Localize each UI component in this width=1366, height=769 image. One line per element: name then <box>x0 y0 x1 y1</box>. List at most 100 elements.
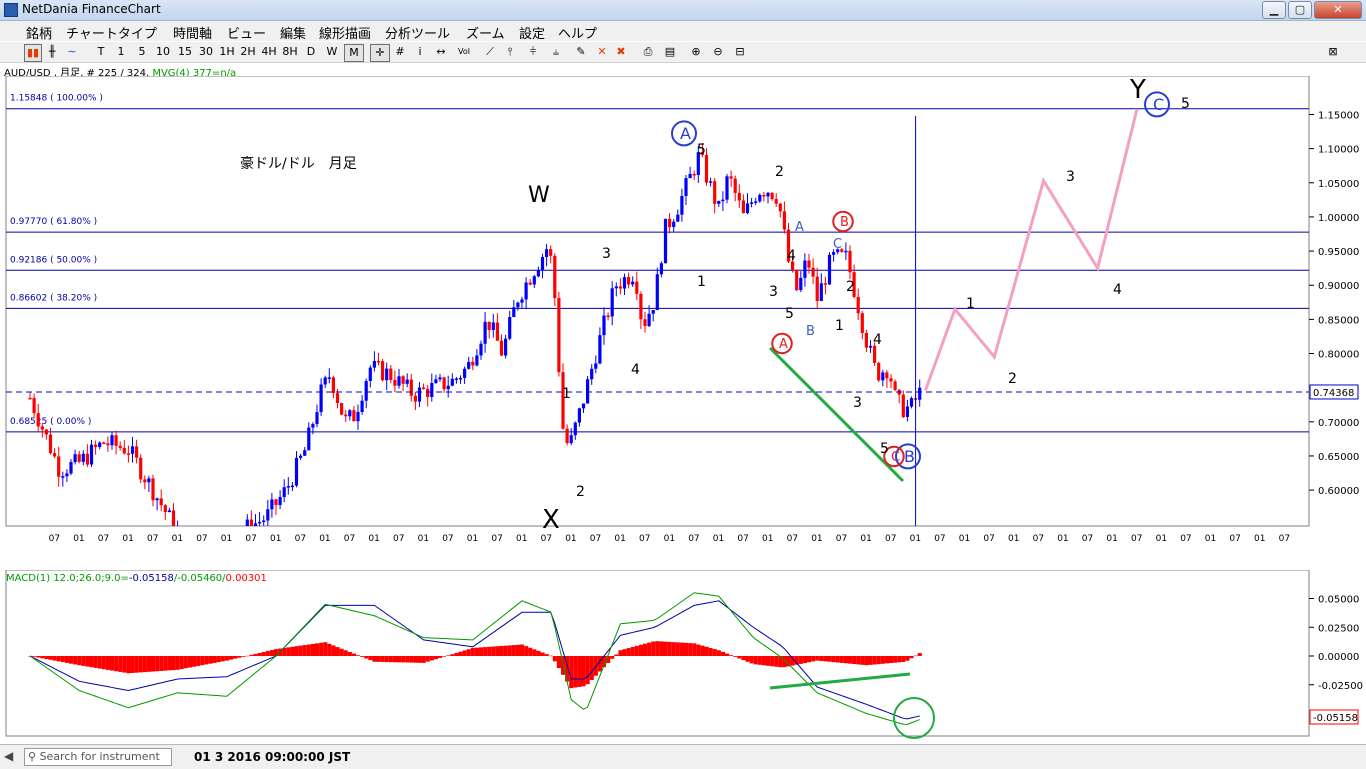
menu-zoom[interactable]: ズーム <box>466 23 505 42</box>
timeframe-30m[interactable]: 30 <box>197 44 215 60</box>
macd-histogram-bar <box>257 652 262 656</box>
menu-edit[interactable]: 編集 <box>280 23 306 42</box>
grid-icon[interactable]: # <box>392 44 408 60</box>
macd-histogram-bar <box>397 656 402 663</box>
candle-body <box>249 519 253 526</box>
macd-histogram-bar <box>872 656 877 665</box>
macd-histogram-bar <box>290 646 295 656</box>
candle-body <box>918 387 922 400</box>
close-button[interactable]: ✕ <box>1314 1 1362 19</box>
x-month-label: 07 <box>393 534 404 544</box>
candle-body <box>647 313 651 327</box>
macd-histogram-bar <box>905 656 910 661</box>
timeframe-4h[interactable]: 4H <box>260 44 278 60</box>
macd-histogram-bar <box>155 656 160 672</box>
candle-body <box>397 376 401 386</box>
collapse-icon[interactable]: ◀ <box>4 749 13 763</box>
timeframe-daily[interactable]: D <box>304 44 318 60</box>
save-icon[interactable]: ▤ <box>662 44 678 60</box>
macd-histogram-bar <box>577 656 582 687</box>
macd-histogram-bar <box>105 656 110 670</box>
timeframe-5m[interactable]: 5 <box>135 44 149 60</box>
menu-timeframe[interactable]: 時間軸 <box>173 23 212 42</box>
candle-body <box>811 267 815 277</box>
candle-body <box>598 335 602 364</box>
candle-body <box>69 462 73 474</box>
timeframe-tick[interactable]: T <box>94 44 108 60</box>
price-chart[interactable]: 1.15848 ( 100.00% ) 0.97770 ( 61.80% ) 0.9… <box>0 76 1366 546</box>
candle-body <box>754 201 758 203</box>
candle-body <box>81 453 85 462</box>
candle-body <box>315 412 319 425</box>
timeframe-weekly[interactable]: W <box>324 44 340 60</box>
candle-body <box>832 252 836 255</box>
timeframe-monthly[interactable]: M <box>344 44 364 62</box>
crosshair-icon[interactable]: ✛ <box>370 44 390 62</box>
candle-body <box>803 260 807 278</box>
fibonacci-icon[interactable]: ⫯ <box>502 44 518 60</box>
timeframe-10m[interactable]: 10 <box>154 44 172 60</box>
zoom-out-icon[interactable]: ⊖ <box>710 44 726 60</box>
macd-histogram-bar <box>122 656 127 673</box>
timeframe-15m[interactable]: 15 <box>176 44 194 60</box>
minimize-button[interactable]: ▁ <box>1262 1 1286 19</box>
macd-histogram-bar <box>331 645 336 656</box>
wave-label: 5 <box>1181 96 1190 112</box>
candle-body <box>77 454 81 462</box>
delete-all-icon[interactable]: ✖ <box>613 44 629 60</box>
macd-histogram-bar <box>843 656 848 664</box>
macd-histogram-bar <box>429 656 434 661</box>
x-month-label: 01 <box>1156 534 1167 544</box>
x-month-label: 07 <box>245 534 256 544</box>
fib-level-label: 0.97770 ( 61.80% ) <box>10 217 97 227</box>
macd-histogram-bar <box>36 656 41 658</box>
info-icon[interactable]: i <box>414 44 426 60</box>
menu-drawing[interactable]: 線形描画 <box>319 23 371 42</box>
line-icon[interactable]: ∼ <box>64 44 80 60</box>
print-icon[interactable]: ⎙ <box>640 44 656 60</box>
volume-icon[interactable]: Vol <box>455 44 473 60</box>
zoom-in-icon[interactable]: ⊕ <box>688 44 704 60</box>
delete-icon[interactable]: ✕ <box>595 44 609 60</box>
wave-label: 4 <box>1113 282 1122 298</box>
maximize-button[interactable]: ▢ <box>1288 1 1312 19</box>
wave-label: X <box>542 505 560 535</box>
channel-icon[interactable]: ⫩ <box>524 44 542 60</box>
candle-body <box>401 376 405 384</box>
trendline-icon[interactable]: ⟋ <box>482 44 498 60</box>
macd-histogram-bar <box>372 656 377 662</box>
menu-help[interactable]: ヘルプ <box>558 23 597 42</box>
channel-alt-icon[interactable]: ⫨ <box>548 44 564 60</box>
macd-histogram-bar <box>228 656 233 660</box>
bars-icon[interactable]: ╫ <box>44 44 60 60</box>
x-month-label: 01 <box>368 534 379 544</box>
macd-histogram-bar <box>224 656 229 661</box>
menu-analysis[interactable]: 分析ツール <box>385 23 450 42</box>
macd-histogram-bar <box>495 646 500 656</box>
pin-icon[interactable]: ⊠ <box>1324 44 1342 60</box>
menu-chart-type[interactable]: チャートタイプ <box>66 23 157 42</box>
menu-view[interactable]: ビュー <box>227 23 266 42</box>
macd-chart[interactable]: 0.05000 0.02500 0.00000 -0.02500 -0.05158 M… <box>0 570 1366 742</box>
candle-body <box>581 403 586 409</box>
menu-symbol[interactable]: 銘柄 <box>26 23 52 42</box>
candle-body <box>331 377 335 394</box>
timeframe-1m[interactable]: 1 <box>114 44 128 60</box>
pen-icon[interactable]: ✎ <box>572 44 590 60</box>
timeframe-8h[interactable]: 8H <box>281 44 299 60</box>
x-month-label: 07 <box>590 534 601 544</box>
menu-settings[interactable]: 設定 <box>519 23 545 42</box>
instrument-search-input[interactable]: ⚲ Search for instrument <box>24 748 172 766</box>
macd-histogram-bar <box>708 647 713 656</box>
y-tick-label: 0.65000 <box>1318 452 1359 463</box>
zoom-fit-icon[interactable]: ⊟ <box>732 44 748 60</box>
chart-type-icon[interactable]: ▮▮ <box>24 44 42 62</box>
candle-body <box>323 377 327 385</box>
timeframe-1h[interactable]: 1H <box>218 44 236 60</box>
candle-body <box>286 486 290 488</box>
app-icon <box>4 3 18 17</box>
macd-histogram-bar <box>187 656 192 668</box>
scroll-icon[interactable]: ↔ <box>432 44 450 60</box>
timeframe-2h[interactable]: 2H <box>239 44 257 60</box>
candle-body <box>294 457 299 486</box>
